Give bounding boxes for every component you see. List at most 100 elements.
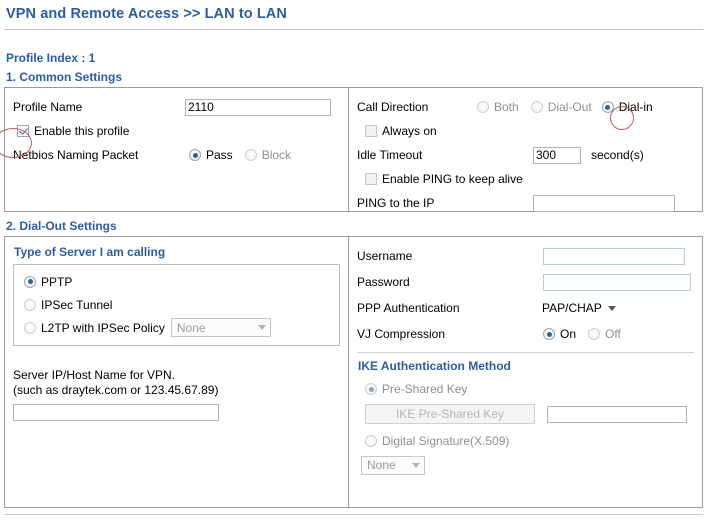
chevron-down-icon — [412, 462, 420, 468]
server-type-ipsec-label: IPSec Tunnel — [41, 297, 113, 312]
netbios-option-pass[interactable]: Pass — [189, 148, 233, 162]
netbios-pass-label: Pass — [206, 148, 233, 162]
ppp-auth-row: PPP Authentication PAP/CHAP — [357, 295, 694, 321]
server-host-input[interactable] — [13, 404, 219, 421]
call-direction-option-dialout[interactable]: Dial-Out — [530, 100, 592, 114]
certificate-value: None — [367, 458, 396, 472]
server-type-options-box: PPTP IPSec Tunnel L2TP with IPSec Policy… — [13, 264, 340, 346]
netbios-pass-radio[interactable] — [189, 149, 201, 161]
vj-compression-row: VJ Compression On Off — [357, 321, 694, 347]
ike-pre-shared-key-button[interactable]: IKE Pre-Shared Key — [365, 404, 535, 424]
call-direction-dialin-radio[interactable] — [601, 101, 614, 113]
username-input[interactable] — [543, 247, 685, 265]
call-direction-dialout-label: Dial-Out — [547, 100, 592, 114]
server-type-pptp-label: PPTP — [41, 274, 73, 289]
vj-compression-option-on[interactable]: On — [543, 327, 576, 341]
netbios-block-label: Block — [261, 148, 292, 162]
netbios-block-radio[interactable] — [244, 149, 257, 161]
idle-timeout-input[interactable] — [533, 146, 581, 164]
idle-timeout-row: Idle Timeout second(s) — [357, 143, 694, 167]
vj-compression-off-label: Off — [605, 327, 621, 341]
enable-profile-row: Enable this profile — [13, 119, 340, 143]
server-type-title: Type of Server I am calling — [14, 245, 166, 259]
profile-name-input[interactable] — [185, 98, 331, 116]
l2tp-policy-value: None — [176, 320, 206, 335]
always-on-label: Always on — [382, 124, 437, 138]
common-settings-left-column: Profile Name Enable this profile Netbios… — [5, 88, 349, 211]
ppp-auth-select[interactable]: PAP/CHAP — [537, 299, 620, 318]
call-direction-dialout-radio[interactable] — [530, 101, 543, 113]
server-type-option-ipsec[interactable]: IPSec Tunnel — [24, 298, 112, 312]
server-type-ipsec-row: IPSec Tunnel — [24, 293, 329, 316]
common-settings-heading: 1. Common Settings — [6, 70, 123, 84]
profile-name-label: Profile Name — [13, 100, 83, 114]
dialout-settings-heading: 2. Dial-Out Settings — [6, 219, 117, 233]
username-label: Username — [357, 249, 413, 263]
password-label: Password — [357, 275, 410, 289]
server-type-l2tp-radio[interactable] — [24, 321, 36, 334]
vj-compression-off-radio[interactable] — [588, 328, 601, 340]
netbios-label: Netbios Naming Packet — [13, 148, 139, 162]
server-type-option-pptp[interactable]: PPTP — [24, 275, 72, 289]
enable-ping-option[interactable]: Enable PING to keep alive — [365, 172, 523, 186]
netbios-row: Netbios Naming Packet Pass Block — [13, 143, 340, 167]
header-divider — [4, 29, 703, 30]
server-host-hint-line1: Server IP/Host Name for VPN. — [13, 368, 176, 382]
common-settings-panel: Profile Name Enable this profile Netbios… — [4, 87, 703, 212]
username-row: Username — [357, 243, 694, 269]
server-type-option-l2tp[interactable]: L2TP with IPSec Policy — [24, 321, 165, 335]
idle-timeout-unit: second(s) — [591, 148, 644, 162]
vj-compression-option-off[interactable]: Off — [588, 327, 621, 341]
server-type-ipsec-radio[interactable] — [24, 298, 36, 311]
enable-profile-checkbox[interactable] — [17, 125, 29, 137]
enable-ping-label: Enable PING to keep alive — [382, 172, 523, 186]
pre-shared-key-radio[interactable] — [365, 383, 377, 395]
ppp-auth-value: PAP/CHAP — [542, 301, 602, 315]
certificate-select[interactable]: None — [361, 455, 425, 475]
enable-profile-label: Enable this profile — [34, 124, 130, 138]
server-type-pptp-radio[interactable] — [24, 275, 36, 288]
always-on-checkbox[interactable] — [365, 125, 377, 137]
ike-option-digital-signature[interactable]: Digital Signature(X.509) — [365, 434, 509, 448]
dialout-left-column: Type of Server I am calling PPTP IPSec T… — [5, 237, 349, 507]
pre-shared-key-row: Pre-Shared Key — [357, 377, 694, 401]
ping-ip-input[interactable] — [533, 194, 675, 212]
call-direction-option-both[interactable]: Both — [477, 100, 519, 114]
ping-ip-label: PING to the IP — [357, 196, 435, 210]
vj-compression-on-radio[interactable] — [543, 328, 555, 340]
ike-key-entry-row: IKE Pre-Shared Key — [365, 401, 694, 427]
netbios-option-block[interactable]: Block — [244, 148, 292, 162]
vj-compression-label: VJ Compression — [357, 327, 446, 341]
ike-section-divider — [357, 352, 694, 353]
always-on-row: Always on — [357, 119, 694, 143]
page-header: VPN and Remote Access >> LAN to LAN — [0, 0, 707, 23]
ping-ip-row: PING to the IP — [357, 191, 694, 215]
call-direction-both-radio[interactable] — [477, 101, 489, 113]
call-direction-option-dialin[interactable]: Dial-in — [601, 100, 653, 114]
password-input[interactable] — [543, 273, 691, 291]
server-type-pptp-row: PPTP — [24, 270, 329, 293]
digital-signature-radio[interactable] — [365, 435, 377, 447]
always-on-option[interactable]: Always on — [365, 124, 437, 138]
digital-signature-row: Digital Signature(X.509) — [357, 429, 694, 453]
ike-option-pre-shared-key[interactable]: Pre-Shared Key — [365, 382, 467, 396]
pre-shared-key-label: Pre-Shared Key — [382, 382, 468, 396]
bottom-divider — [4, 514, 703, 515]
dialout-right-column: Username Password PPP Authentication PAP… — [349, 237, 702, 507]
enable-profile-option[interactable]: Enable this profile — [17, 124, 129, 138]
vj-compression-on-label: On — [560, 327, 577, 341]
enable-ping-checkbox[interactable] — [365, 173, 377, 185]
ike-auth-title: IKE Authentication Method — [358, 359, 511, 373]
l2tp-policy-select[interactable]: None — [170, 318, 271, 337]
enable-ping-row: Enable PING to keep alive — [357, 167, 694, 191]
call-direction-both-label: Both — [494, 100, 519, 114]
server-type-l2tp-row: L2TP with IPSec Policy None — [24, 316, 329, 339]
ike-pre-shared-key-input[interactable] — [547, 405, 687, 423]
certificate-select-row: None — [361, 453, 694, 477]
profile-name-row: Profile Name — [13, 95, 340, 119]
call-direction-row: Call Direction Both Dial-Out Dial-in — [357, 95, 694, 119]
idle-timeout-label: Idle Timeout — [357, 148, 423, 162]
profile-index-label: Profile Index : 1 — [6, 51, 96, 65]
server-type-l2tp-label: L2TP with IPSec Policy — [41, 320, 165, 335]
breadcrumb: VPN and Remote Access >> LAN to LAN — [6, 6, 287, 22]
